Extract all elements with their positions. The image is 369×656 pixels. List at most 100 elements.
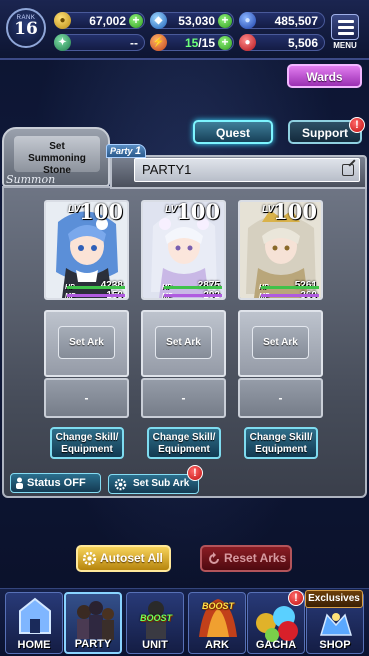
set-ark-button[interactable]: Set Ark xyxy=(155,326,212,359)
reset-label: Reset Arks xyxy=(224,551,287,565)
stamina-current: 15 xyxy=(184,36,199,50)
menu-icon-bar xyxy=(338,32,354,35)
nav-party[interactable]: PARTY xyxy=(64,592,122,654)
equipment-label: Equipment xyxy=(158,444,210,455)
nav-shop-label: SHOP xyxy=(319,639,351,651)
status-label: Status OFF xyxy=(27,477,86,489)
gacha-alert-badge: ! xyxy=(288,590,304,606)
stamina-icon: ⚡ xyxy=(150,34,167,51)
party-tab-number: 1 xyxy=(135,145,142,157)
nav-party-label: PARTY xyxy=(74,638,112,650)
menu-button[interactable] xyxy=(331,14,359,40)
sub-ark-alert-badge: ! xyxy=(187,465,203,481)
change-skill-label: Change Skill/ xyxy=(55,432,119,443)
support-alert-badge: ! xyxy=(349,117,365,133)
gem-stat: ● 5,506 xyxy=(239,34,325,51)
stamina-stat: ⚡ 15/15 + xyxy=(150,34,234,51)
level-value: 100 xyxy=(273,200,317,224)
mp-bar xyxy=(164,294,222,297)
party-name: PARTY1 xyxy=(142,162,192,177)
level-value: 100 xyxy=(79,200,123,224)
mp-bar xyxy=(67,294,125,297)
hp-bar xyxy=(261,286,319,289)
gem-icon: ● xyxy=(239,34,256,51)
equipment-label: Equipment xyxy=(61,444,113,455)
ark-slot-2[interactable]: Set Ark xyxy=(141,310,226,377)
rank-value: 16 xyxy=(14,19,38,39)
gold-stat: ● 67,002 + xyxy=(54,12,145,29)
top-bar: RANK 16 ● 67,002 + ◆ 53,030 + ● 485,507 … xyxy=(0,0,369,60)
menu-label: MENU xyxy=(333,41,357,50)
summon-set-label: Set xyxy=(49,141,65,152)
quest-button[interactable]: Quest xyxy=(193,120,273,144)
change-skill-label: Change Skill/ xyxy=(152,432,216,443)
set-ark-button[interactable]: Set Ark xyxy=(252,326,309,359)
summon-stone-box: Set Summoning Stone Summon xyxy=(2,127,110,187)
character-card-1[interactable]: LV 100 HP 4238 MP 150 xyxy=(44,200,129,300)
add-crystal-button[interactable]: + xyxy=(218,14,232,28)
unit-boost-tag: BOOST xyxy=(139,613,172,623)
nav-unit-label: UNIT xyxy=(142,639,168,651)
set-sub-ark-label: Set Sub Ark xyxy=(133,478,190,489)
nav-ark[interactable]: BOOST ARK xyxy=(188,592,246,654)
edit-icon[interactable] xyxy=(342,164,354,176)
orb-icon: ● xyxy=(239,12,256,29)
sub-ark-slot-3[interactable]: - xyxy=(238,378,323,418)
autoset-label: Autoset All xyxy=(100,551,163,565)
equipment-label: Equipment xyxy=(255,444,307,455)
ark-slot-3[interactable]: Set Ark xyxy=(238,310,323,377)
set-ark-button[interactable]: Set Ark xyxy=(58,326,115,359)
gear-icon xyxy=(82,551,97,566)
gold-coin-icon: ● xyxy=(54,12,71,29)
ark-boost-tag: BOOST xyxy=(201,601,234,611)
change-skill-button-2[interactable]: Change Skill/ Equipment xyxy=(147,427,221,459)
add-stamina-button[interactable]: + xyxy=(218,36,232,50)
gem-value: 5,506 xyxy=(287,36,318,50)
hp-bar xyxy=(164,286,222,289)
nav-home[interactable]: HOME xyxy=(5,592,63,654)
orb-value: 485,507 xyxy=(274,14,318,28)
gold-value: 67,002 xyxy=(89,14,126,28)
stamina-value: 15/15 xyxy=(184,36,215,50)
unknown-value: -- xyxy=(130,36,138,50)
change-skill-button-3[interactable]: Change Skill/ Equipment xyxy=(244,427,318,459)
wards-button[interactable]: Wards xyxy=(287,64,362,88)
level-value: 100 xyxy=(176,200,220,224)
mp-bar xyxy=(261,294,319,297)
rank-badge: RANK 16 xyxy=(6,8,46,48)
summon-tag: Summon xyxy=(6,173,56,186)
exclusives-tag[interactable]: Exclusives xyxy=(305,590,363,608)
menu-icon-bar xyxy=(338,26,354,29)
crystal-icon: ◆ xyxy=(150,12,167,29)
reset-arks-button[interactable]: Reset Arks xyxy=(200,545,292,572)
change-skill-button-1[interactable]: Change Skill/ Equipment xyxy=(50,427,124,459)
orb-stat: ● 485,507 xyxy=(239,12,325,29)
party-tab[interactable]: Party 1 xyxy=(106,144,146,158)
reset-icon xyxy=(209,552,219,564)
gear-icon xyxy=(114,478,127,491)
compass-icon: ✦ xyxy=(54,34,71,51)
sub-ark-slot-2[interactable]: - xyxy=(141,378,226,418)
party-name-field[interactable]: PARTY1 xyxy=(134,158,360,182)
unknown-stat: ✦ -- xyxy=(54,34,145,51)
status-toggle-button[interactable]: Status OFF xyxy=(10,473,101,493)
sub-ark-slot-1[interactable]: - xyxy=(44,378,129,418)
change-skill-label: Change Skill/ xyxy=(249,432,313,443)
nav-ark-label: ARK xyxy=(205,639,229,651)
crystal-value: 53,030 xyxy=(178,14,215,28)
add-gold-button[interactable]: + xyxy=(129,14,143,28)
party-tab-label: Party xyxy=(110,146,133,156)
stamina-max: 15 xyxy=(201,36,215,50)
autoset-all-button[interactable]: Autoset All xyxy=(76,545,171,572)
nav-unit[interactable]: BOOST UNIT xyxy=(126,592,184,654)
set-sub-ark-button[interactable]: Set Sub Ark xyxy=(108,474,199,494)
hp-bar xyxy=(67,286,125,289)
menu-icon xyxy=(338,20,354,23)
set-summoning-stone-button[interactable]: Set Summoning Stone xyxy=(14,136,100,176)
person-icon xyxy=(16,477,23,489)
character-card-3[interactable]: LV 100 HP 5261 MP 360 xyxy=(238,200,323,300)
nav-home-label: HOME xyxy=(17,639,51,651)
crystal-stat: ◆ 53,030 + xyxy=(150,12,234,29)
ark-slot-1[interactable]: Set Ark xyxy=(44,310,129,377)
character-card-2[interactable]: LV 100 HP 2875 MP 292 xyxy=(141,200,226,300)
